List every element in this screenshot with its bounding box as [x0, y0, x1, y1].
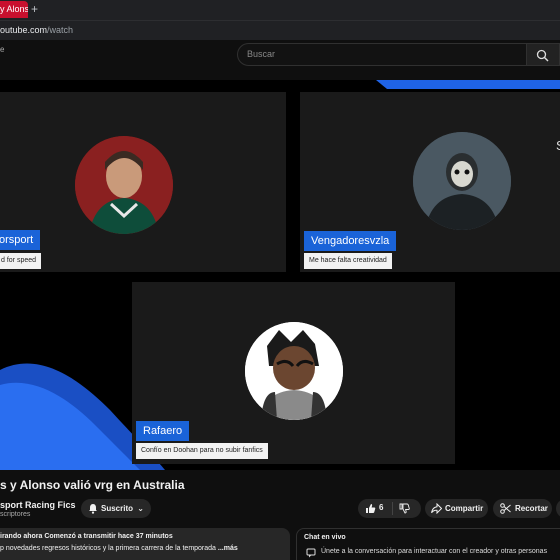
dislike-icon[interactable] — [399, 503, 410, 514]
bell-icon — [89, 504, 97, 514]
live-chat-panel: Chat en vivo Únete a la conversación par… — [296, 528, 560, 560]
avatar — [245, 322, 343, 420]
new-tab-button[interactable]: + — [31, 1, 38, 18]
participant-panel: Rafaero Confío en Doohan para no subir f… — [132, 282, 455, 464]
avatar — [75, 136, 173, 234]
url-host: outube.com — [0, 25, 48, 35]
participant-subtitle: Confío en Doohan para no subir fanfics — [136, 443, 268, 459]
participant-subtitle: Me hace falta creatividad — [304, 253, 392, 269]
show-more-link[interactable]: ...más — [218, 545, 238, 552]
browser-tab[interactable]: y Alons — [0, 1, 28, 18]
divider — [392, 502, 393, 515]
side-letter: S — [556, 138, 560, 153]
avatar — [413, 132, 511, 230]
participant-name: Vengadoresvzla — [304, 231, 397, 251]
search-icon — [536, 49, 549, 62]
share-label: Compartir — [445, 504, 484, 513]
subscriber-count: scriptores — [0, 511, 31, 518]
share-button[interactable]: Compartir — [425, 499, 488, 518]
search-button[interactable] — [527, 43, 560, 66]
browser-tab-bar: y Alons + — [0, 0, 560, 20]
header-fragment: e — [0, 45, 5, 54]
like-icon[interactable] — [365, 503, 376, 514]
search-input[interactable]: Buscar — [237, 43, 527, 66]
url-path: /watch — [47, 25, 74, 35]
clip-button[interactable]: Recortar — [493, 499, 552, 518]
participant-panel: Vengadoresvzla Me hace falta creatividad — [300, 92, 560, 272]
share-icon — [431, 503, 442, 514]
like-count: 6 — [379, 503, 384, 512]
video-title: s y Alonso valió vrg en Australia — [0, 478, 185, 492]
clip-label: Recortar — [515, 504, 548, 513]
participant-name: Rafaero — [136, 421, 190, 441]
address-bar[interactable]: outube.com/watch — [0, 20, 560, 40]
participant-panel: orsport d for speed — [0, 92, 286, 272]
chat-header: Chat en vivo — [304, 534, 346, 541]
chevron-down-icon: ⌄ — [137, 504, 144, 513]
description-text: p novedades regresos históricos y la pri… — [0, 545, 218, 552]
scissors-icon — [500, 503, 511, 514]
search-placeholder: Buscar — [247, 49, 276, 59]
more-actions-button[interactable] — [556, 499, 560, 518]
blue-top-decoration — [376, 80, 560, 89]
participant-subtitle: d for speed — [0, 253, 42, 269]
tab-title: y Alons — [0, 4, 28, 14]
participant-name: orsport — [0, 230, 41, 250]
description-box[interactable]: irando ahora Comenzó a transmitir hace 3… — [0, 528, 290, 560]
subscribed-label: Suscrito — [101, 504, 134, 513]
stream-meta: irando ahora Comenzó a transmitir hace 3… — [0, 533, 173, 540]
channel-name[interactable]: sport Racing Fics — [0, 500, 76, 510]
chat-message: Únete a la conversación para interactuar… — [321, 548, 548, 555]
video-player[interactable]: orsport d for speed Vengadoresvzla Me ha… — [0, 80, 560, 470]
like-dislike-group: 6 — [358, 499, 421, 518]
subscribed-button[interactable]: Suscrito ⌄ — [81, 499, 151, 518]
chat-icon — [306, 548, 316, 558]
